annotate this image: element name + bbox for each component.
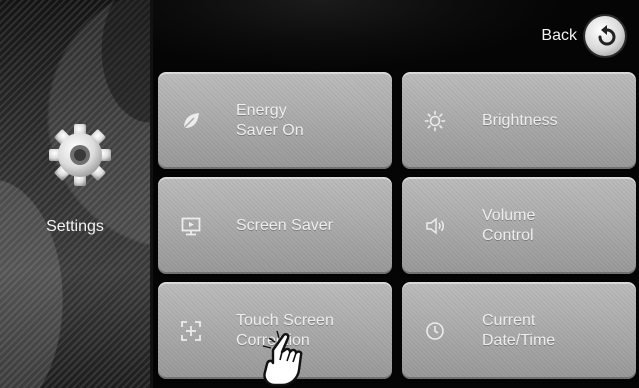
settings-grid: Energy Saver On Brightness Screen Saver … bbox=[158, 72, 636, 388]
tile-current-date-time[interactable]: Current Date/Time bbox=[402, 282, 636, 379]
tile-screen-saver[interactable]: Screen Saver bbox=[158, 177, 392, 274]
tile-brightness[interactable]: Brightness bbox=[402, 72, 636, 169]
crosshair-icon bbox=[180, 320, 202, 342]
speaker-icon bbox=[424, 215, 446, 237]
tile-label: Screen Saver bbox=[236, 216, 333, 234]
undo-arrow-icon bbox=[585, 16, 625, 56]
back-button[interactable]: Back bbox=[541, 16, 625, 56]
settings-sidebar: Settings bbox=[0, 0, 153, 388]
back-label: Back bbox=[541, 27, 577, 44]
tile-volume-control[interactable]: Volume Control bbox=[402, 177, 636, 274]
tile-label: Energy Saver On bbox=[236, 101, 304, 139]
monitor-icon bbox=[180, 215, 202, 237]
tile-label: Brightness bbox=[482, 111, 558, 129]
gear-icon bbox=[49, 124, 111, 186]
sun-icon bbox=[424, 110, 446, 132]
settings-screen: Settings Back Energy Saver On Brightness… bbox=[0, 0, 639, 388]
tile-label: Current Date/Time bbox=[482, 311, 556, 349]
pointing-hand-icon bbox=[262, 330, 303, 387]
clock-icon bbox=[424, 320, 446, 342]
leaf-icon bbox=[180, 110, 202, 132]
sidebar-title: Settings bbox=[46, 218, 104, 235]
tile-label: Volume Control bbox=[482, 206, 536, 244]
tile-energy-saver[interactable]: Energy Saver On bbox=[158, 72, 392, 169]
